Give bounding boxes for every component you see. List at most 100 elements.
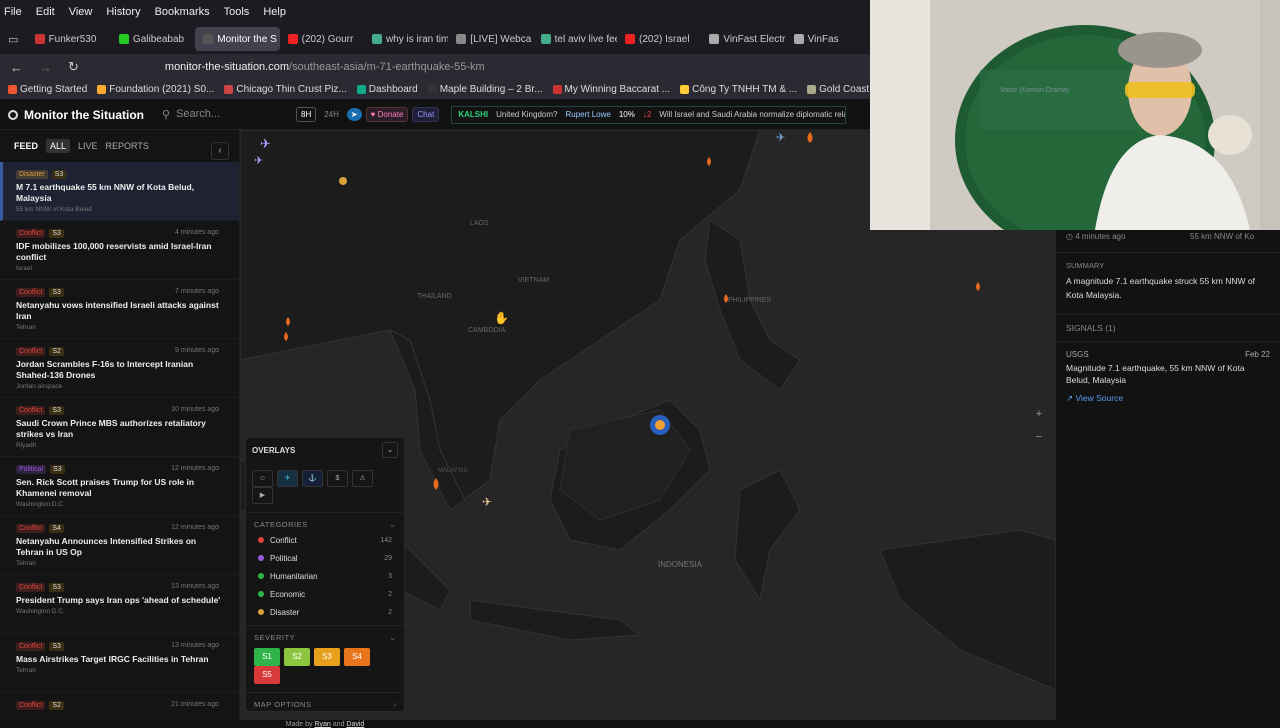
feed-item[interactable]: Disaster S3 M 7.1 earthquake 55 km NNW of …	[0, 162, 239, 221]
credits-author-1[interactable]: Ryan	[314, 721, 330, 728]
feed-item[interactable]: Conflict S3 7 minutes ago Netanyahu vows in…	[0, 280, 239, 339]
signal-source: USGS	[1066, 350, 1089, 359]
camera-overlay-toggle[interactable]: ▶	[252, 487, 273, 504]
severity-header[interactable]: SEVERITY ⌄	[246, 630, 404, 644]
browser-tab[interactable]: Funker530	[27, 27, 111, 51]
feed-item[interactable]: Conflict S2 21 minutes ago	[0, 693, 239, 720]
feed-item[interactable]: Conflict S3 13 minutes ago Mass Airstrikes …	[0, 634, 239, 693]
menu-help[interactable]: Help	[263, 6, 286, 18]
filter-reports[interactable]: REPORTS	[106, 141, 149, 151]
category-badge: Conflict	[16, 583, 46, 592]
browser-tab[interactable]: (202) Gourr	[280, 27, 364, 51]
severity-badge: S3	[50, 465, 65, 474]
feed-item[interactable]: Conflict S2 9 minutes ago Jordan Scrambles …	[0, 339, 239, 398]
browser-tab[interactable]: VinFas	[786, 27, 870, 51]
telegram-icon[interactable]: ➤	[346, 108, 362, 121]
browser-tab[interactable]: Monitor the S×	[195, 27, 280, 51]
range-8h-button[interactable]: 8H	[296, 107, 317, 122]
browser-tab[interactable]: Galibeabab	[111, 27, 195, 51]
feed-item[interactable]: Conflict S4 12 minutes ago Netanyahu Announ…	[0, 516, 239, 575]
category-filter-humanitarian[interactable]: Humanitarian 3	[246, 567, 404, 585]
earthquake-marker[interactable]	[655, 420, 665, 430]
overlays-collapse-button[interactable]: ⌄	[382, 442, 398, 458]
aircraft-overlay-toggle[interactable]: ✈	[277, 470, 298, 487]
signal-date: Feb 22	[1245, 350, 1270, 359]
category-filter-political[interactable]: Political 29	[246, 549, 404, 567]
fire-marker-5[interactable]	[976, 282, 980, 291]
chat-button[interactable]: Chat	[412, 107, 440, 122]
bookmark-item[interactable]: Dashboard	[356, 84, 418, 95]
bookmark-item[interactable]: Công Ty TNHH TM & ...	[680, 84, 797, 95]
range-24h-button[interactable]: 24H	[320, 108, 343, 121]
feed-item-time: 13 minutes ago	[171, 642, 219, 649]
menu-edit[interactable]: Edit	[36, 6, 55, 18]
aircraft-icon-2[interactable]: ✈	[254, 155, 263, 167]
zoom-out-button[interactable]: −	[1032, 430, 1046, 444]
menu-history[interactable]: History	[106, 6, 140, 18]
bookmark-item[interactable]: Getting Started	[8, 84, 87, 95]
map-options-header[interactable]: MAP OPTIONS ›	[246, 697, 404, 711]
bookmark-item[interactable]: Maple Building – 2 Br...	[427, 84, 543, 95]
clock-icon: ◷	[1066, 231, 1076, 241]
app-title[interactable]: Monitor the Situation	[8, 108, 148, 122]
url-bar[interactable]: monitor-the-situation.com/southeast-asia…	[165, 61, 485, 73]
category-filter-disaster[interactable]: Disaster 2	[246, 603, 404, 621]
view-source-link[interactable]: ↗ View Source	[1056, 389, 1280, 408]
feed-title: FEED	[14, 141, 39, 151]
browser-tab[interactable]: [LIVE] Webca	[448, 27, 532, 51]
donate-button[interactable]: ♥ Donate	[365, 107, 409, 122]
feed-item[interactable]: Conflict S3 4 minutes ago IDF mobilizes 100…	[0, 221, 239, 280]
category-badge: Conflict	[16, 406, 46, 415]
filter-all[interactable]: ALL	[46, 139, 71, 153]
ticker[interactable]: KALSHI United Kingdom? Rupert Lowe 10% ↓…	[451, 105, 847, 124]
fire-marker-6[interactable]	[807, 132, 813, 143]
filter-live[interactable]: LIVE	[78, 141, 98, 151]
search-input[interactable]: ⚲ Search...	[162, 108, 292, 121]
browser-tab[interactable]: why is iran time	[364, 27, 448, 51]
disaster-marker[interactable]	[339, 177, 347, 185]
categories-header[interactable]: CATEGORIES ⌄	[246, 517, 404, 531]
feed-item[interactable]: Conflict S3 13 minutes ago President Trump …	[0, 575, 239, 634]
severity-s1-button[interactable]: S1	[254, 648, 280, 666]
feed-item[interactable]: Conflict S3 10 minutes ago Saudi Crown Prin…	[0, 398, 239, 457]
bookmark-label: Dashboard	[368, 84, 418, 95]
economic-overlay-toggle[interactable]: $	[327, 470, 348, 487]
browser-tab[interactable]: (202) Israel	[617, 27, 701, 51]
feed-item-time: 21 minutes ago	[171, 701, 219, 708]
alert-overlay-toggle[interactable]: ⚠	[352, 470, 373, 487]
collapse-sidebar-button[interactable]: ‹	[211, 142, 229, 160]
bookmark-item[interactable]: Chicago Thin Crust Piz...	[224, 84, 347, 95]
severity-s4-button[interactable]: S4	[344, 648, 370, 666]
severity-s2-button[interactable]: S2	[284, 648, 310, 666]
category-filter-conflict[interactable]: Conflict 142	[246, 531, 404, 549]
menu-tools[interactable]: Tools	[224, 6, 250, 18]
map-label-indonesia: INDONESIA	[658, 560, 703, 569]
feed-item-time: 13 minutes ago	[171, 583, 219, 590]
browser-tab[interactable]: VinFast Electric	[701, 27, 786, 51]
menu-file[interactable]: File	[4, 6, 22, 18]
menu-bookmarks[interactable]: Bookmarks	[155, 6, 210, 18]
ship-overlay-toggle[interactable]: ⚓	[302, 470, 323, 487]
back-icon[interactable]: ←	[10, 60, 23, 75]
map-label-cambodia: CAMBODIA	[468, 327, 506, 334]
severity-s3-button[interactable]: S3	[314, 648, 340, 666]
people-overlay-toggle[interactable]: ☺	[252, 470, 273, 487]
forward-icon[interactable]: →	[39, 60, 52, 75]
category-filter-economic[interactable]: Economic 2	[246, 585, 404, 603]
zoom-in-button[interactable]: +	[1032, 407, 1046, 421]
menu-view[interactable]: View	[69, 6, 93, 18]
tab-list-icon[interactable]: ▭	[0, 33, 27, 46]
category-badge: Conflict	[16, 288, 46, 297]
aircraft-icon-1[interactable]: ✈	[260, 136, 271, 151]
category-dot-icon	[258, 609, 264, 615]
credits-author-2[interactable]: David	[346, 721, 364, 728]
reload-icon[interactable]: ↻	[68, 59, 79, 75]
feed-item[interactable]: Political S3 12 minutes ago Sen. Rick Scott…	[0, 457, 239, 516]
browser-tab[interactable]: tel aviv live feed	[533, 27, 617, 51]
aircraft-icon-3[interactable]: ✈	[776, 132, 785, 144]
bookmark-item[interactable]: My Winning Baccarat ...	[552, 84, 670, 95]
bookmark-item[interactable]: Gold Coast – Luxury Li...	[807, 84, 870, 95]
bookmark-item[interactable]: Foundation (2021) S0...	[97, 84, 214, 95]
severity-s5-button[interactable]: S5	[254, 666, 280, 684]
aircraft-icon-4[interactable]: ✈	[482, 495, 492, 509]
